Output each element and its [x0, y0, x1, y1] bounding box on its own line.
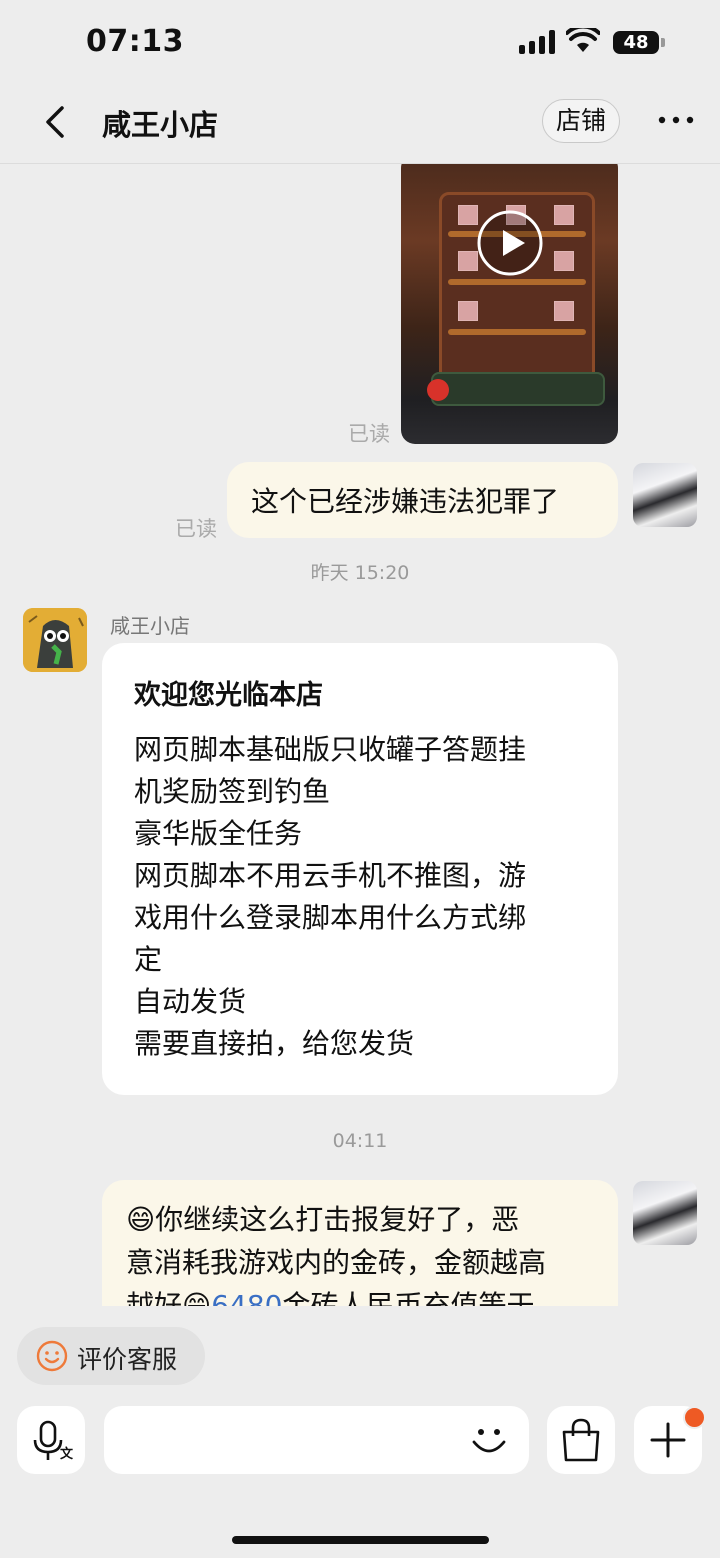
page-title: 咸王小店 — [102, 108, 219, 142]
read-receipt: 已读 — [348, 422, 390, 446]
wifi-icon — [566, 28, 600, 52]
notification-dot — [683, 1406, 706, 1429]
welcome-line: 网页脚本基础版只收罐子答题挂 — [134, 733, 527, 766]
message-text: 😄你继续这么打击报复好了，恶 — [126, 1203, 520, 1236]
welcome-line: 自动发货 — [134, 985, 247, 1018]
welcome-line: 需要直接拍，给您发货 — [134, 1027, 415, 1060]
status-bar: 07:13 48 — [0, 0, 720, 84]
more-icon[interactable] — [656, 110, 696, 130]
battery-tip — [661, 38, 665, 47]
message-text: 越好😁6480金砖人民币充值等于 — [126, 1284, 534, 1306]
input-bar: 文 — [0, 1400, 720, 1480]
game-hud — [431, 372, 605, 406]
voice-input-button[interactable]: 文 — [17, 1406, 85, 1474]
welcome-line: 豪华版全任务 — [134, 817, 303, 850]
shopping-bag-icon — [562, 1418, 600, 1462]
message-text: 这个已经涉嫌违法犯罪了 — [251, 485, 560, 518]
message-timestamp: 昨天 15:20 — [310, 562, 410, 584]
chat-area[interactable]: 已读 这个已经涉嫌违法犯罪了 已读 昨天 15:20 咸王小店 欢迎您光临本店 … — [0, 164, 720, 1306]
emoji-icon[interactable] — [470, 1420, 508, 1460]
shopping-bag-button[interactable] — [547, 1406, 615, 1474]
message-text: 意消耗我游戏内的金砖，金额越高 — [126, 1246, 547, 1279]
shop-button[interactable]: 店铺 — [542, 99, 620, 143]
message-input[interactable] — [104, 1406, 529, 1474]
home-indicator — [232, 1536, 489, 1544]
message-text: 越好😁 — [126, 1289, 212, 1306]
play-icon[interactable] — [477, 210, 543, 276]
shop-avatar[interactable] — [23, 608, 87, 672]
user-message-bubble[interactable]: 这个已经涉嫌违法犯罪了 — [227, 462, 618, 538]
welcome-line: 戏用什么登录脚本用什么方式绑 — [134, 901, 527, 934]
message-text: 金砖人民币充值等于 — [282, 1289, 535, 1306]
number-link[interactable]: 6480 — [211, 1289, 282, 1306]
shop-avatar-image — [23, 608, 87, 672]
review-service-label: 评价客服 — [77, 1345, 178, 1374]
user-avatar[interactable] — [633, 463, 697, 527]
voice-translate-icon: 文 — [33, 1420, 74, 1462]
user-avatar[interactable] — [633, 1181, 697, 1245]
video-message-thumbnail[interactable] — [401, 164, 618, 444]
status-time: 07:13 — [86, 24, 184, 59]
svg-text:文: 文 — [60, 1446, 74, 1462]
nav-bar: 咸王小店 店铺 — [0, 84, 720, 164]
sender-name: 咸王小店 — [110, 614, 190, 638]
battery-icon: 48 — [613, 31, 659, 54]
welcome-title: 欢迎您光临本店 — [134, 680, 323, 711]
review-service-button[interactable]: 评价客服 — [17, 1327, 205, 1385]
welcome-line: 定 — [134, 943, 163, 976]
message-timestamp: 04:11 — [332, 1130, 388, 1152]
welcome-line: 网页脚本不用云手机不推图，游 — [134, 859, 527, 892]
welcome-line: 机奖励签到钓鱼 — [134, 775, 331, 808]
shop-message-bubble[interactable]: 欢迎您光临本店 网页脚本基础版只收罐子答题挂 机奖励签到钓鱼 豪华版全任务 网页… — [102, 643, 618, 1095]
smile-icon — [36, 1340, 68, 1372]
back-arrow-icon[interactable] — [38, 104, 74, 140]
user-message-bubble[interactable]: 😄你继续这么打击报复好了，恶 意消耗我游戏内的金砖，金额越高 越好😁6480金砖… — [102, 1180, 618, 1306]
game-back-icon — [427, 379, 449, 401]
cellular-signal-icon — [519, 30, 557, 54]
read-receipt: 已读 — [175, 517, 217, 541]
